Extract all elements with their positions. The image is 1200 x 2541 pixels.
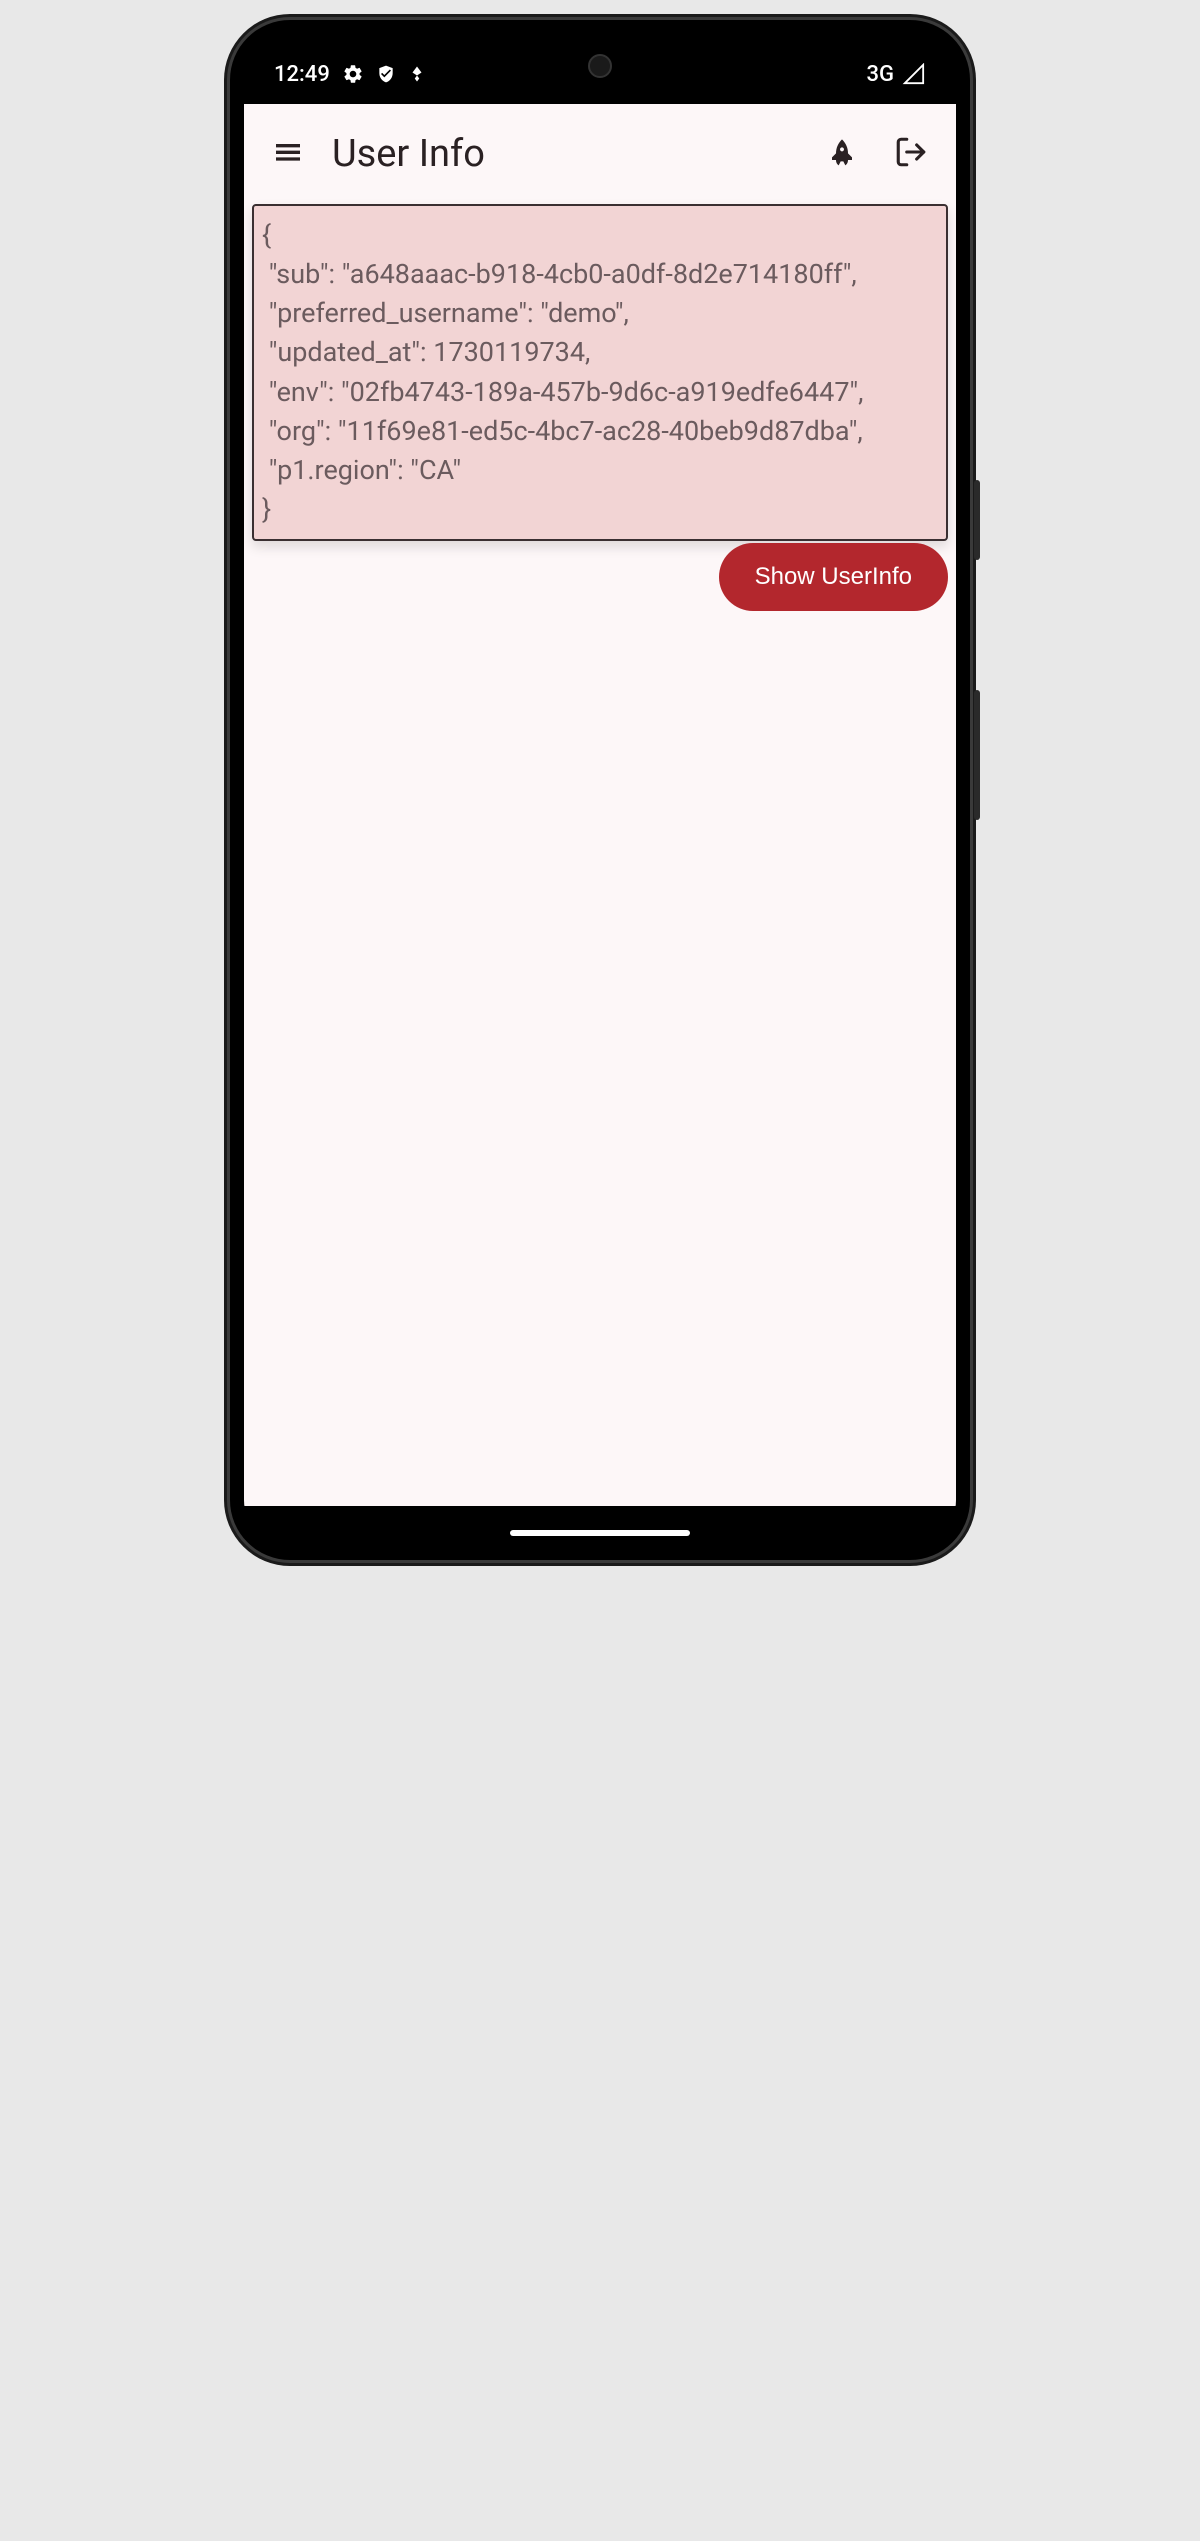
menu-button[interactable] [264,128,312,180]
hamburger-icon [272,153,304,172]
location-icon [408,63,426,85]
status-time: 12:49 [274,62,330,87]
logout-icon [894,154,928,173]
camera-notch [588,54,612,78]
shield-icon [376,63,396,85]
content-area: { "sub": "a648aaac-b918-4cb0-a0df-8d2e71… [244,204,956,1506]
network-type-label: 3G [867,62,895,87]
device-side-button [974,690,980,820]
rocket-icon [826,153,858,172]
userinfo-json-text: { "sub": "a648aaac-b918-4cb0-a0df-8d2e71… [262,216,938,529]
logout-button[interactable] [886,127,936,181]
app-bar: User Info [244,104,956,204]
device-frame: 12:49 3G [230,20,970,1560]
device-side-button [974,480,980,560]
app-content: User Info { "sub": "a648aaac-b918-4cb0-a… [244,104,956,1506]
page-title: User Info [332,132,798,176]
userinfo-json-box: { "sub": "a648aaac-b918-4cb0-a0df-8d2e71… [252,204,948,541]
button-row: Show UserInfo [252,541,948,615]
gear-icon [342,63,364,85]
show-userinfo-button[interactable]: Show UserInfo [719,543,948,611]
navigation-bar-handle[interactable] [510,1530,690,1536]
status-bar-left: 12:49 [274,62,426,87]
status-bar-right: 3G [867,62,927,87]
rocket-button[interactable] [818,128,866,180]
device-screen: 12:49 3G [244,34,956,1546]
signal-icon [902,63,926,85]
